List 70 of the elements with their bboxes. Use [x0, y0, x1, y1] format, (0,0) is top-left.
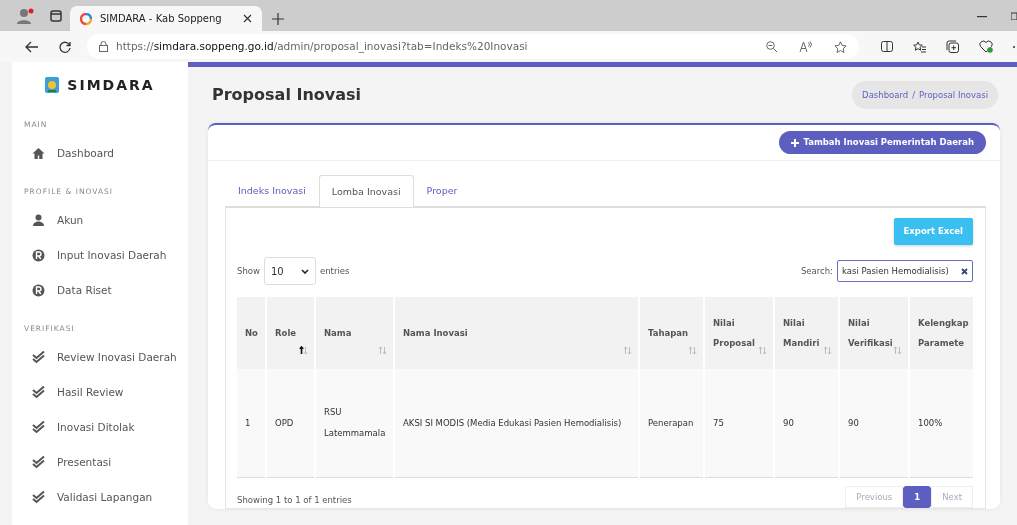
refresh-icon[interactable] [59, 40, 71, 53]
page-title: Proposal Inovasi [212, 84, 361, 106]
emblem-icon [45, 77, 60, 93]
table-cell: 90 [839, 369, 909, 477]
collections-icon[interactable] [946, 40, 959, 53]
sidebar-item[interactable]: Akun [12, 203, 188, 238]
split-screen-icon[interactable] [881, 41, 893, 52]
registered-icon [32, 249, 45, 262]
loading-icon [80, 12, 92, 25]
breadcrumb-link[interactable]: Proposal Inovasi [919, 89, 988, 100]
show-label: Show [237, 264, 260, 278]
favorites-icon[interactable] [913, 40, 926, 53]
restore-icon[interactable] [1011, 11, 1017, 20]
double-check-icon [32, 386, 45, 399]
table-cell: AKSI SI MODIS (Media Edukasi Pasien Hemodialisis) [394, 369, 639, 477]
column-header[interactable]: Role [275, 322, 306, 344]
back-icon[interactable] [25, 40, 39, 53]
table-cell: 100% [909, 369, 973, 477]
table-cell: 1 [237, 369, 266, 477]
sidebar-item[interactable]: Data Riset [12, 273, 188, 308]
lock-icon [99, 41, 108, 52]
profile-icon[interactable] [16, 7, 34, 24]
registered-icon [32, 284, 45, 297]
add-icon[interactable] [272, 13, 284, 25]
plus-icon [791, 138, 800, 147]
sidebar-item[interactable]: Validasi Lapangan [12, 480, 188, 515]
column-header[interactable]: No [245, 322, 257, 344]
minimize-icon[interactable] [977, 16, 987, 18]
sidebar-item[interactable]: Input Inovasi Daerah [12, 238, 188, 273]
more-icon[interactable] [1013, 45, 1017, 48]
table-cell: 90 [774, 369, 839, 477]
user-icon [32, 214, 45, 227]
sort-icon[interactable] [299, 346, 308, 355]
double-check-icon [32, 456, 45, 469]
tab[interactable]: Proper [413, 175, 471, 207]
clear-icon[interactable] [961, 267, 968, 275]
sidebar-item[interactable]: Presentasi [12, 445, 188, 480]
double-check-icon [32, 351, 45, 364]
tab-title: SIMDARA - Kab Soppeng [100, 12, 223, 26]
double-check-icon [32, 491, 45, 504]
tab[interactable]: Indeks Inovasi [225, 175, 319, 207]
entries-label: entries [319, 264, 350, 278]
brand-name: SIMDARA [67, 75, 155, 95]
browser-tab[interactable]: SIMDARA - Kab Soppeng [70, 6, 262, 31]
sidebar-item[interactable]: Review Inovasi Daerah [12, 340, 188, 375]
heart-icon[interactable] [979, 40, 993, 53]
caret-icon [300, 268, 309, 274]
sidebar-item[interactable]: Hasil Review [12, 375, 188, 410]
read-aloud-icon[interactable] [799, 41, 812, 52]
table-cell: RSU Latemmamala [315, 369, 394, 477]
pagination-button[interactable]: 1 [903, 485, 932, 509]
breadcrumb-separator: / [911, 89, 917, 100]
search-field[interactable]: kasi Pasien Hemodialisis) [837, 260, 973, 282]
search-label: Search: [800, 264, 833, 278]
sidebar-item[interactable]: Dashboard [12, 136, 188, 171]
sidebar-item[interactable]: Inovasi Ditolak [12, 410, 188, 445]
table-cell: 75 [704, 369, 774, 477]
page-size-select[interactable]: 10 [263, 257, 316, 285]
table-info: Showing 1 to 1 of 1 entries [237, 493, 352, 507]
zoom-out-icon[interactable] [766, 41, 777, 52]
tab[interactable]: Lomba Inovasi [318, 175, 414, 208]
table-cell: Penerapan [639, 369, 704, 477]
table-cell: OPD [266, 369, 315, 477]
close-icon[interactable] [243, 14, 252, 23]
star-icon[interactable] [834, 40, 847, 53]
double-check-icon [32, 421, 45, 434]
tab-actions-icon[interactable] [50, 9, 62, 22]
breadcrumb-link[interactable]: Dashboard [862, 89, 909, 100]
add-button[interactable]: Tambah Inovasi Pemerintah Daerah [779, 131, 986, 154]
home-icon [32, 147, 45, 160]
